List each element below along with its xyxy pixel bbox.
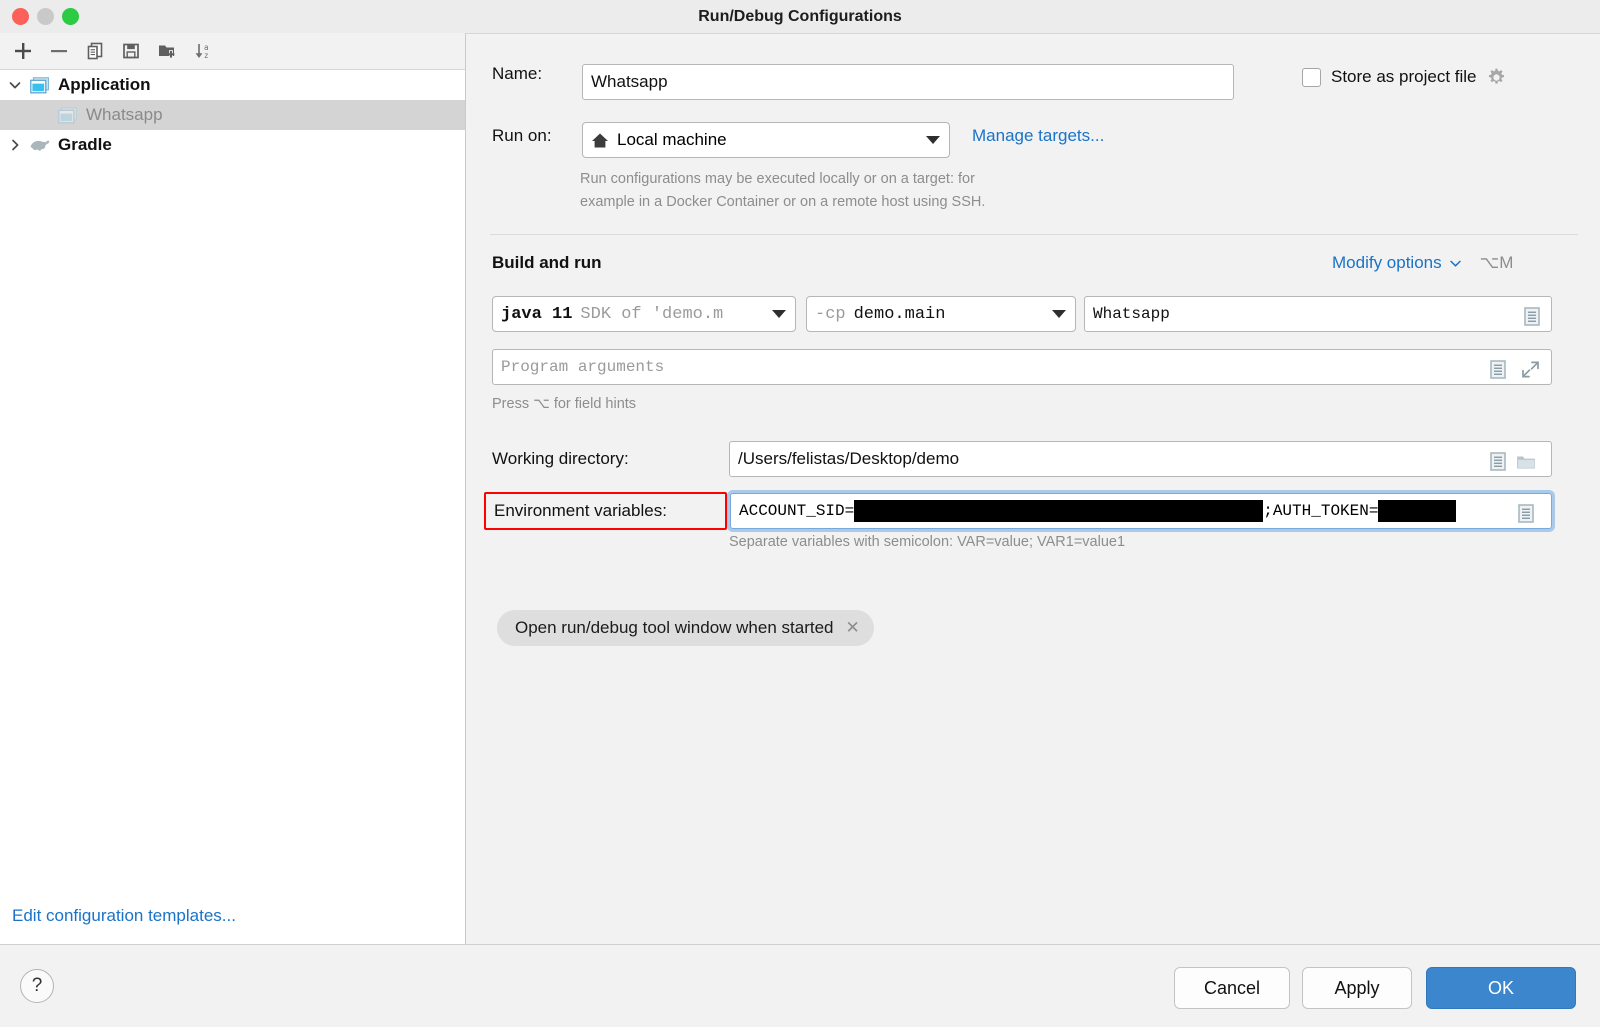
field-hints-text: Press ⌥ for field hints [492,396,637,412]
main-class-value: Whatsapp [1093,305,1170,323]
run-on-label: Run on: [492,126,552,145]
gear-icon[interactable] [1487,68,1506,87]
tree-item-label: Whatsapp [86,105,163,124]
store-as-project-file-row[interactable]: Store as project file [1302,67,1506,87]
chevron-down-icon[interactable] [1449,257,1462,270]
store-as-project-file-label: Store as project file [1331,67,1477,86]
tree-item-application[interactable]: Application [0,70,465,100]
run-on-row: Run on: [492,126,552,146]
option-chip-label: Open run/debug tool window when started [515,618,834,637]
modify-options-shortcut: ⌥M [1479,253,1514,272]
new-folder-button[interactable] [150,36,184,66]
tree-toolbar: a z [0,33,465,70]
env-var-2-name: AUTH_TOKEN= [1272,502,1379,520]
environment-variables-input[interactable]: ACCOUNT_SID= ; AUTH_TOKEN= [727,490,1555,532]
remove-configuration-button[interactable] [42,36,76,66]
chevron-down-icon[interactable] [4,74,26,96]
browse-folder-icon[interactable] [1516,451,1536,473]
sort-configurations-button[interactable]: a z [186,36,220,66]
env-var-1-name: ACCOUNT_SID= [739,502,855,520]
run-on-description-line2: example in a Docker Container or on a re… [580,194,986,210]
configurations-tree-panel: a z Application Whatsapp Gradle Edit con… [0,33,466,944]
program-arguments-placeholder: Program arguments [501,358,665,376]
gradle-elephant-icon [28,134,50,156]
chevron-down-icon[interactable] [772,310,786,318]
tree-item-whatsapp[interactable]: Whatsapp [0,100,465,130]
name-label: Name: [492,64,543,83]
help-button[interactable]: ? [20,969,54,1003]
application-config-icon [56,104,78,126]
window-title: Run/Debug Configurations [698,8,902,25]
modify-options-link[interactable]: Modify options [1332,253,1442,273]
working-directory-label: Working directory: [492,449,629,468]
dialog-footer: ? Cancel Apply OK [0,944,1600,1027]
environment-variables-label-highlight: Environment variables: [484,492,727,530]
section-divider [490,234,1578,235]
classpath-module: demo.main [853,304,946,324]
open-run-debug-tool-window-chip[interactable]: Open run/debug tool window when started … [497,610,874,646]
manage-targets-link[interactable]: Manage targets... [972,126,1104,146]
working-directory-value: /Users/felistas/Desktop/demo [738,449,960,468]
env-var-2-redacted-value [1378,500,1457,522]
chevron-down-icon[interactable] [1052,310,1066,318]
tree-item-label: Application [58,75,151,94]
add-configuration-button[interactable] [6,36,40,66]
run-on-target-value: Local machine [617,130,727,149]
configuration-editor-panel: Name: Whatsapp Store as project file Run… [466,33,1600,944]
build-and-run-title: Build and run [492,253,602,272]
copy-configuration-button[interactable] [78,36,112,66]
edit-configuration-templates-link[interactable]: Edit configuration templates... [12,906,236,926]
tree-item-gradle[interactable]: Gradle [0,130,465,160]
tree-item-label: Gradle [58,135,112,154]
modify-options-row[interactable]: Modify options ⌥M [1332,253,1513,273]
chevron-right-icon[interactable] [4,134,26,156]
close-icon[interactable]: ✕ [845,618,859,638]
chevron-down-icon[interactable] [926,136,940,144]
program-arguments-expand-icon[interactable] [1520,358,1540,380]
svg-text:z: z [204,51,209,60]
environment-variables-list-icon[interactable] [1516,502,1536,524]
env-separator: ; [1263,502,1273,520]
program-arguments-input[interactable]: Program arguments [492,349,1552,385]
jre-sdk-description: SDK of 'demo.m [580,304,724,324]
environment-variables-hint: Separate variables with semicolon: VAR=v… [729,534,1126,550]
name-input-value: Whatsapp [591,72,668,91]
name-input[interactable]: Whatsapp [582,64,1234,100]
configurations-tree: Application Whatsapp Gradle [0,70,465,160]
program-arguments-list-icon[interactable] [1488,358,1508,380]
env-var-1-redacted-value [854,500,1264,522]
working-directory-list-icon[interactable] [1488,450,1508,472]
apply-button[interactable]: Apply [1302,967,1412,1009]
classpath-module-select[interactable]: -cp demo.main [806,296,1076,332]
title-bar: Run/Debug Configurations [0,0,1600,33]
environment-variables-label: Environment variables: [494,501,667,520]
jre-version: java 11 [501,304,573,324]
classpath-flag: -cp [815,304,846,324]
name-row: Name: [492,64,584,84]
application-icon [28,74,50,96]
ok-button[interactable]: OK [1426,967,1576,1009]
store-as-project-file-checkbox[interactable] [1302,67,1321,87]
working-directory-input[interactable]: /Users/felistas/Desktop/demo [729,441,1552,477]
main-class-input[interactable]: Whatsapp [1084,296,1552,332]
run-on-target-select[interactable]: Local machine [582,122,950,158]
save-configuration-button[interactable] [114,36,148,66]
home-icon [591,132,609,149]
cancel-button[interactable]: Cancel [1174,967,1290,1009]
jre-select[interactable]: java 11 SDK of 'demo.m [492,296,796,332]
run-on-description-line1: Run configurations may be executed local… [580,171,975,187]
main-class-expand-icon[interactable] [1522,305,1542,327]
